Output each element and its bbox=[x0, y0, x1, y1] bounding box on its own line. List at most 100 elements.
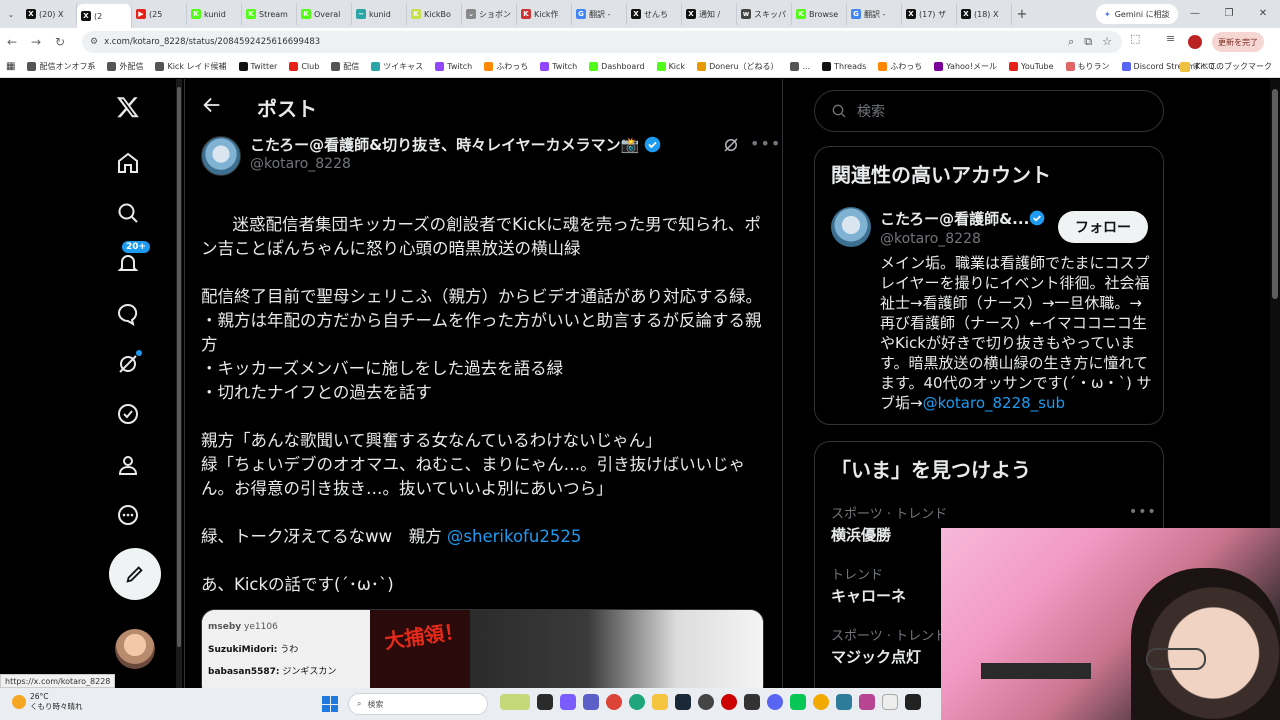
browser-tab[interactable]: K Overal bbox=[297, 3, 352, 25]
app-icon-3[interactable] bbox=[882, 694, 898, 710]
x-logo-icon[interactable] bbox=[108, 87, 148, 127]
bookmark-item[interactable]: ツイキャス bbox=[365, 61, 429, 72]
related-account-handle[interactable]: @kotaro_8228 bbox=[880, 231, 981, 247]
site-info-icon[interactable]: ⚙ bbox=[90, 37, 98, 47]
browser-tab[interactable]: X (2 bbox=[77, 4, 132, 28]
explore-search-icon[interactable] bbox=[108, 193, 148, 233]
post-more-icon[interactable]: ••• bbox=[750, 134, 781, 153]
browser-tab[interactable]: X (17) ザ bbox=[902, 3, 957, 25]
all-bookmarks[interactable]: すべてのブックマーク bbox=[1179, 61, 1272, 72]
bookmark-item[interactable]: Doneru（どねる） bbox=[691, 61, 784, 72]
forward-nav-icon[interactable]: → bbox=[24, 35, 48, 49]
post-mention-link[interactable]: @sherikofu2525 bbox=[447, 527, 581, 546]
reload-icon[interactable]: ↻ bbox=[48, 35, 72, 49]
app-icon-2[interactable] bbox=[859, 694, 875, 710]
bookmark-item[interactable]: 外配信 bbox=[101, 61, 149, 72]
browser-tab[interactable]: X 通知 / bbox=[682, 3, 737, 25]
bio-mention-link[interactable]: @kotaro_8228_sub bbox=[923, 394, 1065, 412]
bookmark-item[interactable]: ふわっち bbox=[478, 61, 534, 72]
bookmark-item[interactable]: Kick レイド候補 bbox=[149, 61, 232, 72]
chrome-icon[interactable] bbox=[606, 694, 622, 710]
obs-icon[interactable] bbox=[698, 694, 714, 710]
back-arrow-icon[interactable] bbox=[201, 94, 223, 116]
reading-list-icon[interactable]: ≡ bbox=[1166, 32, 1175, 45]
browser-tab[interactable]: ⌄ ショボン bbox=[462, 3, 517, 25]
grok-icon[interactable] bbox=[108, 344, 148, 384]
copilot-icon[interactable] bbox=[560, 694, 576, 710]
bookmark-item[interactable]: Twitch bbox=[534, 62, 583, 71]
bookmark-item[interactable]: YouTube bbox=[1003, 62, 1060, 71]
notepad-icon[interactable] bbox=[836, 694, 852, 710]
extensions-icon[interactable]: ⬚ bbox=[1130, 32, 1140, 45]
browser-tab[interactable]: X (18) X bbox=[957, 3, 1012, 25]
bookmark-star-icon[interactable]: ☆ bbox=[1102, 35, 1112, 49]
update-button[interactable]: 更新を完了 bbox=[1212, 32, 1264, 52]
minimize-icon[interactable]: — bbox=[1178, 0, 1212, 28]
bookmark-item[interactable]: Twitter bbox=[233, 62, 284, 71]
line-icon[interactable] bbox=[790, 694, 806, 710]
bookmark-item[interactable]: ふわっち bbox=[872, 61, 928, 72]
browser-tab[interactable]: w スキッパ bbox=[737, 3, 792, 25]
trend-item[interactable]: スポーツ · トレンド 横浜優勝 bbox=[831, 503, 947, 545]
browser-tab[interactable]: ▶ (25 bbox=[132, 3, 187, 25]
author-avatar[interactable] bbox=[201, 136, 241, 176]
task-view-icon[interactable] bbox=[537, 694, 553, 710]
bookmark-item[interactable]: Dashboard bbox=[583, 62, 650, 71]
left-scrollbar[interactable] bbox=[176, 79, 182, 688]
account-avatar[interactable] bbox=[115, 629, 155, 669]
messages-icon[interactable] bbox=[108, 294, 148, 334]
omnibox[interactable]: ⚙ x.com/kotaro_8228/status/2084592425616… bbox=[82, 31, 1122, 53]
bookmark-item[interactable]: ... bbox=[784, 62, 816, 71]
author-name[interactable]: こたろー@看護師&切り抜き、時々レイヤーカメラマン📸 bbox=[250, 134, 639, 155]
verified-orgs-icon[interactable] bbox=[108, 394, 148, 434]
bookmark-item[interactable]: Club bbox=[283, 62, 325, 71]
maximize-icon[interactable]: ❐ bbox=[1212, 0, 1246, 28]
steam-icon[interactable] bbox=[675, 694, 691, 710]
windows-start-icon[interactable] bbox=[322, 696, 338, 712]
browser-tab[interactable]: ~ kunid bbox=[352, 3, 407, 25]
wallet-icon[interactable] bbox=[813, 694, 829, 710]
terminal-icon[interactable] bbox=[905, 694, 921, 710]
browser-tab[interactable]: K KickBo bbox=[407, 3, 462, 25]
notifications-bell-icon[interactable]: 20+ bbox=[108, 241, 151, 283]
gemini-button[interactable]: ✦ Gemini に相談 bbox=[1096, 4, 1178, 24]
bookmark-item[interactable]: Threads bbox=[816, 62, 872, 71]
browser-tab[interactable]: G 翻訳 - bbox=[572, 3, 627, 25]
new-tab-button[interactable]: + bbox=[1012, 7, 1032, 22]
compose-post-button[interactable] bbox=[109, 548, 161, 600]
follow-button[interactable]: フォロー bbox=[1058, 211, 1148, 243]
back-nav-icon[interactable]: ← bbox=[0, 35, 24, 49]
grok-explain-icon[interactable] bbox=[722, 136, 740, 154]
app-icon[interactable] bbox=[744, 694, 760, 710]
browser-tab[interactable]: X せんち bbox=[627, 3, 682, 25]
trend-item[interactable]: トレンド キャローネ bbox=[831, 564, 906, 606]
profile-avatar-icon[interactable] bbox=[1188, 35, 1202, 49]
discord-icon[interactable] bbox=[767, 694, 783, 710]
home-icon[interactable] bbox=[108, 143, 148, 183]
taskbar-search-input[interactable]: ⌕ 検索 bbox=[348, 693, 488, 715]
taskbar-widget-icon[interactable] bbox=[500, 694, 530, 710]
trend-item[interactable]: スポーツ · トレンド マジック点灯 bbox=[831, 625, 947, 667]
bookmark-item[interactable]: Kick bbox=[651, 62, 692, 71]
tab-search-chevron-icon[interactable]: ⌄ bbox=[0, 0, 22, 28]
related-account-name[interactable]: こたろー@看護師&... bbox=[880, 208, 1029, 229]
more-options-icon[interactable] bbox=[108, 495, 148, 535]
record-icon[interactable] bbox=[721, 694, 737, 710]
profile-icon[interactable] bbox=[108, 445, 148, 485]
trend-more-icon[interactable]: ••• bbox=[1129, 504, 1157, 520]
teams-icon[interactable] bbox=[583, 694, 599, 710]
browser-tab[interactable]: K Stream bbox=[242, 3, 297, 25]
bookmark-item[interactable]: Yahoo!メール bbox=[928, 61, 1003, 72]
bookmark-item[interactable]: 配信 bbox=[325, 61, 365, 72]
apps-grid-icon[interactable]: ▦ bbox=[0, 61, 21, 72]
zoom-icon[interactable]: ⌕ bbox=[1068, 35, 1074, 49]
edge-icon[interactable] bbox=[629, 694, 645, 710]
browser-tab[interactable]: X (20) X bbox=[22, 3, 77, 25]
browser-tab[interactable]: G 翻訳 - bbox=[847, 3, 902, 25]
browser-tab[interactable]: K Kick作 bbox=[517, 3, 572, 25]
left-scrollbar-thumb[interactable] bbox=[177, 87, 181, 647]
url-text[interactable]: x.com/kotaro_8228/status/208459242561669… bbox=[104, 37, 320, 47]
bookmark-item[interactable]: もりラン bbox=[1060, 61, 1116, 72]
close-window-icon[interactable]: ✕ bbox=[1246, 0, 1280, 28]
bookmark-item[interactable]: 配信オンオフ系 bbox=[21, 61, 101, 72]
